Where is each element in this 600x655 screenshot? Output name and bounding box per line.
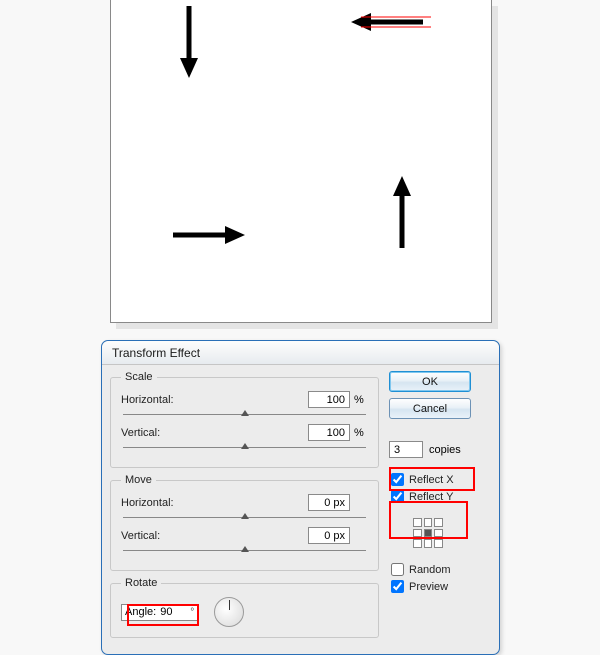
random-label: Random xyxy=(409,564,451,576)
move-horizontal-label: Horizontal: xyxy=(121,497,183,509)
dialog-left-column: Scale Horizontal: % Vertical: % xyxy=(110,371,379,644)
move-horizontal-slider[interactable] xyxy=(121,513,368,523)
preview-label: Preview xyxy=(409,581,448,593)
scale-horizontal-slider[interactable] xyxy=(121,410,368,420)
scale-group: Scale Horizontal: % Vertical: % xyxy=(110,371,379,468)
rotate-legend: Rotate xyxy=(121,577,161,589)
arrow-up xyxy=(393,176,411,248)
scale-legend: Scale xyxy=(121,371,157,383)
move-vertical-input[interactable] xyxy=(308,527,350,544)
arrow-left-selected xyxy=(351,13,431,31)
rotate-dial[interactable] xyxy=(214,597,244,627)
random-row[interactable]: Random xyxy=(391,561,487,578)
dialog-body: Scale Horizontal: % Vertical: % xyxy=(102,365,499,654)
reflect-x-checkbox[interactable] xyxy=(391,473,404,486)
scale-horizontal-label: Horizontal: xyxy=(121,394,183,406)
random-checkbox[interactable] xyxy=(391,563,404,576)
copies-label: copies xyxy=(429,444,461,456)
reflect-x-label: Reflect X xyxy=(409,474,454,486)
rotate-angle-label: Angle: xyxy=(125,606,156,618)
rotate-angle-field[interactable]: Angle: ° xyxy=(121,604,198,621)
copies-input[interactable] xyxy=(389,441,423,458)
move-group: Move Horizontal: Vertical: xyxy=(110,474,379,571)
copies-row: copies xyxy=(389,441,489,458)
rotate-angle-input[interactable] xyxy=(160,606,188,618)
canvas-svg xyxy=(111,0,491,321)
scale-vertical-label: Vertical: xyxy=(121,427,183,439)
rotate-group: Rotate Angle: ° xyxy=(110,577,379,638)
dialog-titlebar[interactable]: Transform Effect xyxy=(102,341,499,365)
arrow-down xyxy=(180,6,198,78)
dialog-title: Transform Effect xyxy=(112,346,200,360)
arrow-right xyxy=(173,226,245,244)
cancel-button[interactable]: Cancel xyxy=(389,398,471,419)
misc-options: Random Preview xyxy=(389,558,489,598)
reflect-x-row[interactable]: Reflect X xyxy=(391,471,487,488)
canvas-artboard xyxy=(110,0,492,323)
degree-symbol: ° xyxy=(190,607,194,618)
move-vertical-slider[interactable] xyxy=(121,546,368,556)
anchor-point-grid[interactable] xyxy=(413,518,443,548)
transform-effect-dialog: Transform Effect Scale Horizontal: % Ver… xyxy=(101,340,500,655)
anchor-center[interactable] xyxy=(424,529,433,538)
scale-horizontal-unit: % xyxy=(350,394,368,406)
ok-button[interactable]: OK xyxy=(389,371,471,392)
reflect-y-row[interactable]: Reflect Y xyxy=(391,488,487,505)
dialog-right-column: OK Cancel copies Reflect X Reflect Y xyxy=(379,371,489,644)
scale-vertical-unit: % xyxy=(350,427,368,439)
reflect-y-label: Reflect Y xyxy=(409,491,453,503)
move-legend: Move xyxy=(121,474,156,486)
scale-horizontal-input[interactable] xyxy=(308,391,350,408)
preview-row[interactable]: Preview xyxy=(391,578,487,595)
preview-checkbox[interactable] xyxy=(391,580,404,593)
scale-vertical-input[interactable] xyxy=(308,424,350,441)
reflect-y-checkbox[interactable] xyxy=(391,490,404,503)
scale-vertical-slider[interactable] xyxy=(121,443,368,453)
reflect-group: Reflect X Reflect Y xyxy=(389,468,489,508)
move-vertical-label: Vertical: xyxy=(121,530,183,542)
move-horizontal-input[interactable] xyxy=(308,494,350,511)
